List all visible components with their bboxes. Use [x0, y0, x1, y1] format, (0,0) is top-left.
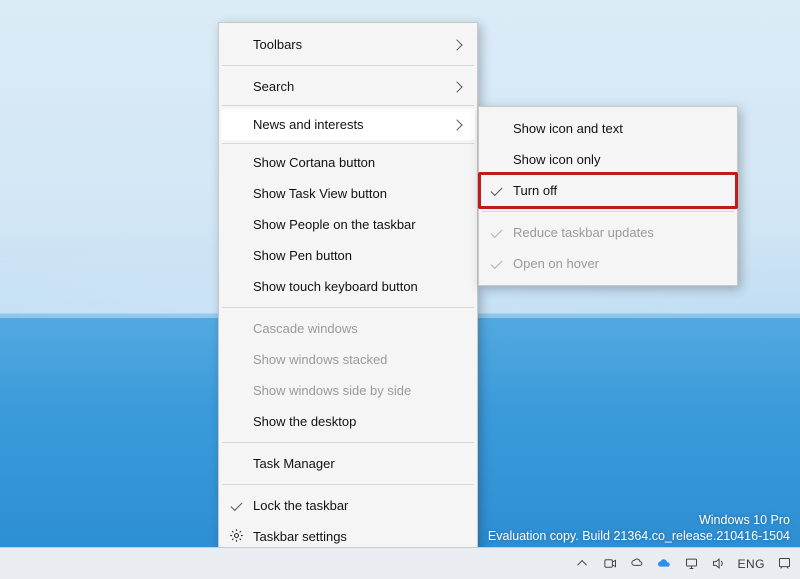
submenu-open-hover-label: Open on hover	[513, 256, 725, 271]
watermark-build: Evaluation copy. Build 21364.co_release.…	[488, 529, 790, 543]
menu-sidebyside-label: Show windows side by side	[253, 383, 465, 398]
menu-show-people-label: Show People on the taskbar	[253, 217, 465, 232]
action-center-icon[interactable]	[776, 556, 792, 572]
submenu-turn-off-label: Turn off	[513, 183, 725, 198]
menu-show-people[interactable]: Show People on the taskbar	[221, 209, 475, 240]
menu-cascade-label: Cascade windows	[253, 321, 465, 336]
menu-news-interests-label: News and interests	[253, 117, 453, 132]
menu-show-desktop[interactable]: Show the desktop	[221, 406, 475, 437]
menu-lock-taskbar-label: Lock the taskbar	[253, 498, 465, 513]
menu-stacked: Show windows stacked	[221, 344, 475, 375]
taskbar-context-menu: Toolbars Search News and interests Show …	[218, 22, 478, 559]
chevron-right-icon	[451, 39, 462, 50]
system-tray: ENG	[567, 548, 800, 579]
menu-show-taskview[interactable]: Show Task View button	[221, 178, 475, 209]
taskbar[interactable]: ENG	[0, 547, 800, 579]
gear-icon	[229, 528, 244, 546]
news-interests-submenu: Show icon and text Show icon only Turn o…	[478, 106, 738, 286]
menu-lock-taskbar[interactable]: Lock the taskbar	[221, 490, 475, 521]
menu-stacked-label: Show windows stacked	[253, 352, 465, 367]
chevron-right-icon	[451, 81, 462, 92]
language-indicator[interactable]: ENG	[737, 557, 765, 571]
menu-toolbars-label: Toolbars	[253, 37, 453, 52]
onedrive-icon[interactable]	[656, 556, 672, 572]
menu-search-label: Search	[253, 79, 453, 94]
menu-separator	[222, 442, 474, 443]
menu-show-touch-keyboard[interactable]: Show touch keyboard button	[221, 271, 475, 302]
menu-separator	[482, 211, 734, 212]
menu-show-touchkb-label: Show touch keyboard button	[253, 279, 465, 294]
network-icon[interactable]	[683, 556, 699, 572]
evaluation-watermark: Windows 10 Pro Evaluation copy. Build 21…	[488, 513, 790, 543]
menu-separator	[222, 143, 474, 144]
menu-toolbars[interactable]: Toolbars	[221, 29, 475, 60]
submenu-icon-only[interactable]: Show icon only	[481, 144, 735, 175]
menu-search[interactable]: Search	[221, 71, 475, 102]
submenu-open-hover: Open on hover	[481, 248, 735, 279]
menu-show-taskview-label: Show Task View button	[253, 186, 465, 201]
menu-side-by-side: Show windows side by side	[221, 375, 475, 406]
menu-news-interests[interactable]: News and interests	[221, 109, 475, 140]
submenu-icon-text[interactable]: Show icon and text	[481, 113, 735, 144]
chevron-up-icon	[577, 560, 587, 570]
meet-now-icon[interactable]	[602, 556, 618, 572]
submenu-icon-text-label: Show icon and text	[513, 121, 725, 136]
menu-show-pen-label: Show Pen button	[253, 248, 465, 263]
submenu-reduce-updates: Reduce taskbar updates	[481, 217, 735, 248]
menu-separator	[222, 307, 474, 308]
weather-icon[interactable]	[629, 556, 645, 572]
menu-separator	[222, 105, 474, 106]
checkmark-icon	[490, 184, 502, 196]
submenu-reduce-updates-label: Reduce taskbar updates	[513, 225, 725, 240]
chevron-right-icon	[451, 119, 462, 130]
menu-show-cortana[interactable]: Show Cortana button	[221, 147, 475, 178]
menu-cascade-windows: Cascade windows	[221, 313, 475, 344]
menu-separator	[222, 484, 474, 485]
checkmark-icon	[490, 257, 502, 269]
submenu-icon-only-label: Show icon only	[513, 152, 725, 167]
menu-task-manager[interactable]: Task Manager	[221, 448, 475, 479]
menu-show-cortana-label: Show Cortana button	[253, 155, 465, 170]
menu-show-pen[interactable]: Show Pen button	[221, 240, 475, 271]
menu-separator	[222, 65, 474, 66]
menu-taskbar-settings-label: Taskbar settings	[253, 529, 465, 544]
tray-overflow-button[interactable]	[575, 556, 591, 572]
submenu-turn-off[interactable]: Turn off	[481, 175, 735, 206]
volume-icon[interactable]	[710, 556, 726, 572]
checkmark-icon	[490, 226, 502, 238]
menu-task-manager-label: Task Manager	[253, 456, 465, 471]
watermark-edition: Windows 10 Pro	[488, 513, 790, 527]
menu-show-desktop-label: Show the desktop	[253, 414, 465, 429]
checkmark-icon	[230, 499, 242, 511]
